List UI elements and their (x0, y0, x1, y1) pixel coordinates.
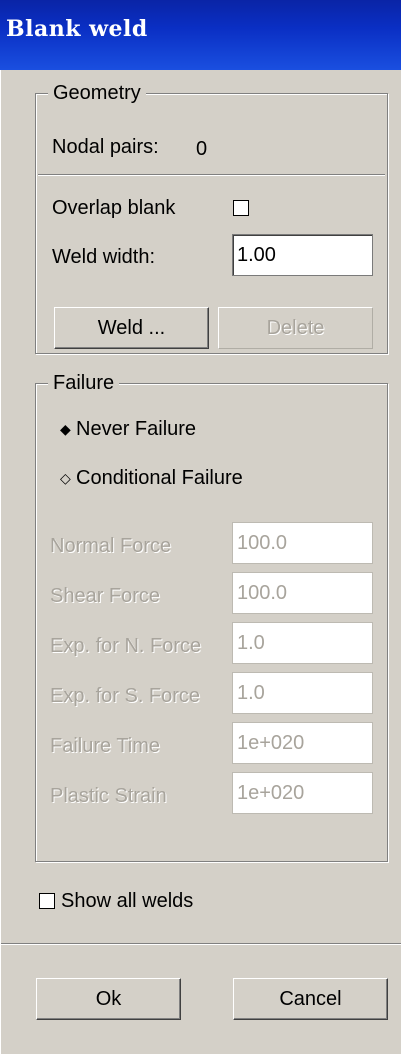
plastic-strain-label: Plastic Strain (50, 785, 167, 807)
overlap-blank-checkbox[interactable] (233, 200, 249, 216)
show-all-welds-checkbox[interactable] (39, 893, 55, 909)
normal-force-label: Normal Force (50, 535, 172, 557)
conditional-failure-radio[interactable]: ◇ Conditional Failure (60, 466, 320, 492)
never-failure-radio[interactable]: ◆ Never Failure (60, 417, 260, 443)
weld-width-label: Weld width: (52, 246, 156, 268)
cancel-button[interactable]: Cancel (233, 978, 388, 1020)
conditional-failure-label: Conditional Failure (76, 467, 243, 489)
show-all-welds-option[interactable]: Show all welds (39, 888, 279, 914)
title-bar[interactable]: Blank weld (0, 0, 401, 70)
never-failure-label: Never Failure (76, 418, 197, 440)
delete-button[interactable]: Delete (218, 307, 373, 349)
exp-n-force-label: Exp. for N. Force (50, 635, 202, 657)
overlap-blank-label: Overlap blank (52, 197, 176, 219)
failure-group: Failure ◆ Never Failure ◇ Conditional Fa… (35, 371, 388, 862)
failure-legend: Failure (48, 371, 120, 395)
geometry-group: Geometry Nodal pairs: 0 Overlap blank We… (35, 81, 388, 354)
normal-force-input[interactable]: 100.0 (232, 522, 373, 564)
nodal-pairs-value: 0 (196, 138, 208, 160)
footer-separator (1, 943, 401, 945)
radio-unselected-icon: ◇ (60, 470, 71, 486)
exp-s-force-label: Exp. for S. Force (50, 685, 201, 707)
shear-force-input[interactable]: 100.0 (232, 572, 373, 614)
exp-n-force-input[interactable]: 1.0 (232, 622, 373, 664)
exp-s-force-input[interactable]: 1.0 (232, 672, 373, 714)
radio-selected-icon: ◆ (60, 421, 71, 437)
ok-button[interactable]: Ok (36, 978, 181, 1020)
geometry-separator (38, 174, 385, 176)
failure-time-input[interactable]: 1e+020 (232, 722, 373, 764)
weld-width-input[interactable]: 1.00 (232, 234, 373, 276)
nodal-pairs-label: Nodal pairs: (52, 136, 159, 158)
dialog-body: Geometry Nodal pairs: 0 Overlap blank We… (0, 70, 401, 1054)
show-all-welds-label: Show all welds (61, 890, 194, 912)
shear-force-label: Shear Force (50, 585, 161, 607)
weld-button[interactable]: Weld ... (54, 307, 209, 349)
failure-time-label: Failure Time (50, 735, 161, 757)
blank-weld-dialog: Blank weld Geometry Nodal pairs: 0 Overl… (0, 0, 401, 1054)
plastic-strain-input[interactable]: 1e+020 (232, 772, 373, 814)
geometry-legend: Geometry (48, 81, 146, 105)
window-title: Blank weld (6, 16, 148, 42)
